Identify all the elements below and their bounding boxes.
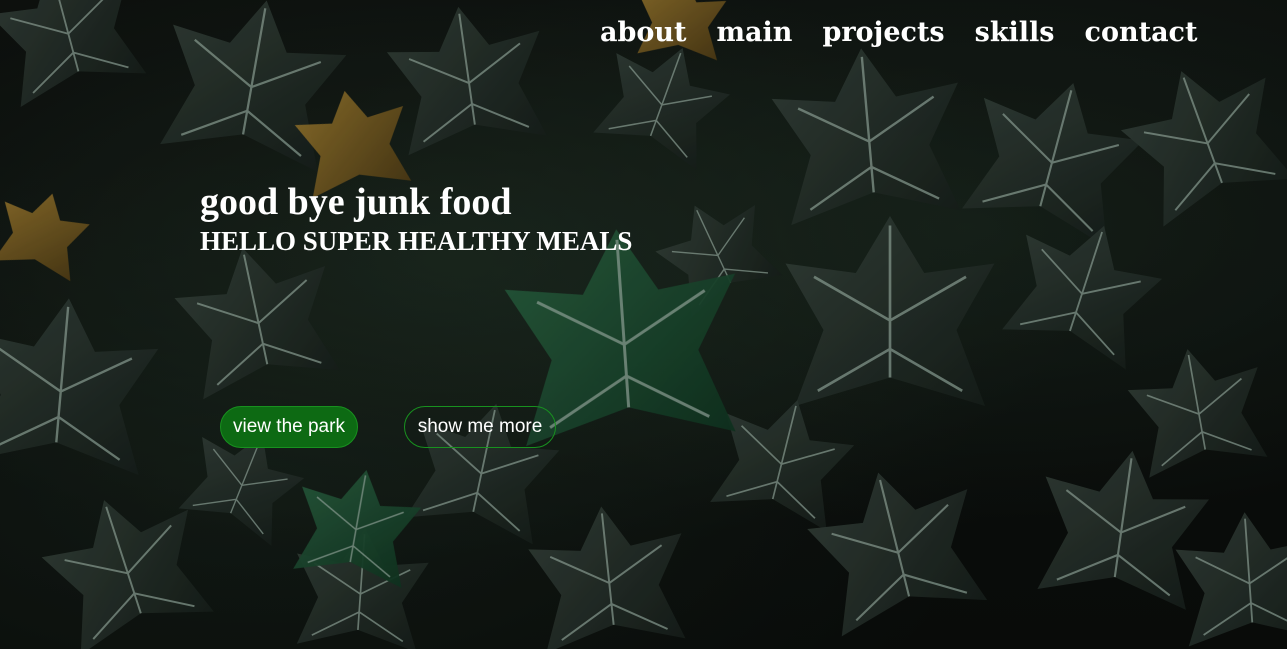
ivy-leaves-background-image — [0, 0, 1287, 649]
nav-link-skills[interactable]: skills — [975, 17, 1055, 48]
nav-link-about[interactable]: about — [600, 17, 686, 48]
hero-headline: good bye junk food — [200, 181, 512, 223]
nav-link-projects[interactable]: projects — [822, 17, 944, 48]
hero-subheadline: HELLO SUPER HEALTHY MEALS — [200, 226, 633, 256]
hero-section: about main projects skills contact good … — [0, 0, 1287, 649]
show-me-more-button[interactable]: show me more — [404, 406, 556, 448]
nav-link-contact[interactable]: contact — [1085, 17, 1198, 48]
view-the-park-button[interactable]: view the park — [220, 406, 358, 448]
nav-link-main[interactable]: main — [716, 17, 792, 48]
top-navigation: about main projects skills contact — [600, 12, 1197, 52]
